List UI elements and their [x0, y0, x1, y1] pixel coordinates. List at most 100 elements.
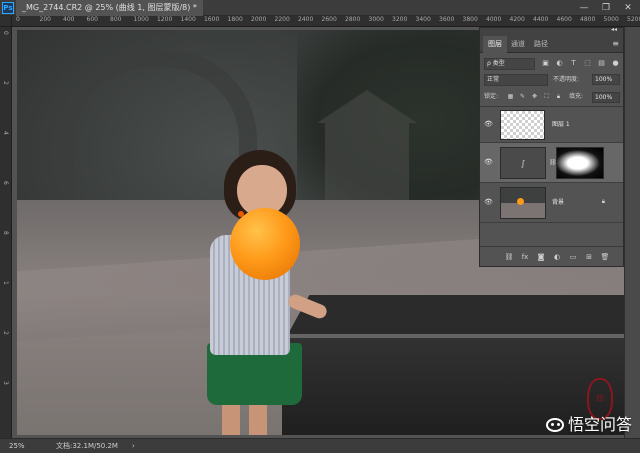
ruler-tick-label: 1 — [2, 281, 9, 285]
new-layer-icon[interactable]: ⊞ — [584, 252, 594, 262]
layer-filter-select[interactable]: ρ 类型 — [484, 58, 535, 70]
ruler-tick-label: 4200 — [509, 16, 525, 23]
layer-list: 👁︎ 图层 1 👁︎ ∫ ⛓ 👁︎ 背景 🔒︎ — [480, 106, 623, 238]
add-mask-icon[interactable]: ◙ — [536, 252, 546, 262]
zoom-level[interactable]: 25% — [9, 439, 25, 453]
ruler-tick-label: 4 — [2, 131, 9, 135]
tab-channels[interactable]: 通道 — [506, 36, 530, 53]
document-info: 文档:32.1M/50.2M — [56, 442, 118, 450]
filter-toggle-icon[interactable]: ● — [611, 59, 620, 68]
ruler-tick-label: 1600 — [204, 16, 220, 23]
ruler-tick-label: 3200 — [392, 16, 408, 23]
document-tab-bar: Ps _MG_2744.CR2 @ 25% (曲线 1, 图层蒙版/8) * —… — [0, 0, 640, 16]
ruler-tick-label: 1400 — [180, 16, 196, 23]
lock-label: 锁定: — [484, 93, 499, 100]
layers-panel-footer: ⛓ fx ◙ ◐ ▭ ⊞ 🗑︎ — [480, 246, 623, 266]
smart-object-filter-icon[interactable]: ▤ — [597, 59, 606, 68]
ruler-tick-label: 3600 — [439, 16, 455, 23]
ruler-tick-label: 2000 — [251, 16, 267, 23]
tab-layers[interactable]: 图层 — [483, 36, 507, 53]
ruler-tick-label: 3000 — [368, 16, 384, 23]
close-icon[interactable]: ✕ — [617, 0, 639, 16]
visibility-eye-icon[interactable]: 👁︎ — [484, 120, 493, 129]
ruler-tick-label: 6 — [2, 181, 9, 185]
vertical-scrollbar[interactable] — [624, 27, 640, 438]
horizontal-ruler[interactable]: 0 200 400 600 800 1000 1200 1400 1600 1800 2000 220… — [12, 16, 640, 27]
lock-image-icon[interactable]: ✎ — [518, 92, 527, 101]
shape-filter-icon[interactable]: ⬚ — [583, 59, 592, 68]
watermark-text: 悟空问答 — [567, 415, 632, 434]
opacity-label: 不透明度: — [553, 76, 580, 83]
ruler-tick-label: 4600 — [556, 16, 572, 23]
pixel-filter-icon[interactable]: ▣ — [541, 59, 550, 68]
ruler-tick-label: 2800 — [345, 16, 361, 23]
lock-position-icon[interactable]: ✥ — [530, 92, 539, 101]
delete-layer-icon[interactable]: 🗑︎ — [600, 252, 610, 262]
ruler-corner[interactable] — [0, 16, 12, 27]
status-menu-arrow-icon[interactable]: › — [132, 439, 135, 453]
lock-all-icon[interactable]: 🔒︎ — [554, 92, 563, 101]
panel-tabs: 图层 通道 路径 ≡ — [480, 36, 623, 53]
lock-row: 锁定: ▦ ✎ ✥ ⛶ 🔒︎ 填充: 100% — [484, 91, 620, 103]
ruler-tick-label: 2600 — [321, 16, 337, 23]
vertical-ruler[interactable]: 0 2 4 6 8 1 2 3 — [0, 27, 12, 438]
ruler-tick-label: 0 — [16, 16, 20, 23]
document-tab[interactable]: _MG_2744.CR2 @ 25% (曲线 1, 图层蒙版/8) * — [16, 0, 203, 16]
ruler-tick-label: 1200 — [157, 16, 173, 23]
visibility-eye-icon[interactable]: 👁︎ — [484, 158, 493, 167]
minimize-icon[interactable]: — — [573, 0, 595, 16]
ruler-tick-label: 2400 — [298, 16, 314, 23]
adjustment-filter-icon[interactable]: ◐ — [555, 59, 564, 68]
lock-transparent-icon[interactable]: ▦ — [506, 92, 515, 101]
link-layers-icon[interactable]: ⛓ — [504, 252, 514, 262]
ruler-tick-label: 0 — [2, 31, 9, 35]
layer-mask-thumbnail[interactable] — [556, 147, 604, 179]
blend-mode-select[interactable]: 正常 — [484, 74, 548, 86]
ruler-tick-label: 800 — [110, 16, 122, 23]
orange-balloon — [230, 208, 300, 280]
girl-leg-left — [222, 400, 240, 435]
type-filter-icon[interactable]: T — [569, 59, 578, 68]
status-bar: 25% 文档:32.1M/50.2M › — [0, 438, 640, 453]
layer-row-background[interactable]: 👁︎ 背景 🔒︎ — [480, 183, 623, 223]
opacity-input[interactable]: 100% — [592, 74, 620, 85]
new-adjustment-icon[interactable]: ◐ — [552, 252, 562, 262]
ruler-tick-label: 1800 — [227, 16, 243, 23]
fill-input[interactable]: 100% — [592, 92, 620, 103]
chat-bubble-icon — [545, 418, 564, 432]
ruler-tick-label: 2200 — [274, 16, 290, 23]
fx-icon[interactable]: fx — [520, 252, 530, 262]
lock-artboard-icon[interactable]: ⛶ — [542, 92, 551, 101]
ruler-tick-label: 3400 — [415, 16, 431, 23]
layer-row[interactable]: 👁︎ 图层 1 — [480, 107, 623, 143]
panel-menu-icon[interactable]: ≡ — [612, 39, 619, 48]
ruler-tick-label: 4400 — [533, 16, 549, 23]
layer-row-curves[interactable]: 👁︎ ∫ ⛓ — [480, 143, 623, 183]
ruler-tick-label: 5000 — [603, 16, 619, 23]
curves-adjustment-icon: ∫ — [500, 147, 546, 179]
visibility-eye-icon[interactable]: 👁︎ — [484, 198, 493, 207]
tab-paths[interactable]: 路径 — [529, 36, 553, 53]
layer-name[interactable]: 图层 1 — [552, 121, 570, 129]
girl-leg-right — [249, 400, 267, 435]
collapse-icon[interactable]: ◂◂ — [611, 26, 617, 33]
background-thumbnail — [500, 187, 546, 219]
layer-thumbnail — [500, 110, 545, 140]
ruler-tick-label: 4800 — [580, 16, 596, 23]
watermark: 悟空问答 — [545, 414, 632, 436]
layers-panel: ◂◂ 图层 通道 路径 ≡ ρ 类型 ▣ ◐ T ⬚ ▤ ● 正常 不透明度: … — [479, 26, 624, 267]
balloon-knot — [238, 211, 244, 217]
ruler-tick-label: 1000 — [133, 16, 149, 23]
layer-filter-row: ρ 类型 ▣ ◐ T ⬚ ▤ ● — [484, 58, 620, 70]
ruler-tick-label: 2 — [2, 331, 9, 335]
layer-name[interactable]: 背景 — [552, 199, 564, 207]
new-group-icon[interactable]: ▭ — [568, 252, 578, 262]
fill-label: 填充: — [569, 93, 584, 100]
ruler-tick-label: 4000 — [486, 16, 502, 23]
ruler-tick-label: 3800 — [462, 16, 478, 23]
restore-icon[interactable]: ❐ — [595, 0, 617, 16]
ruler-tick-label: 8 — [2, 231, 9, 235]
panel-header[interactable]: ◂◂ — [480, 26, 623, 36]
ruler-tick-label: 600 — [86, 16, 98, 23]
ruler-tick-label: 5200 — [627, 16, 640, 23]
